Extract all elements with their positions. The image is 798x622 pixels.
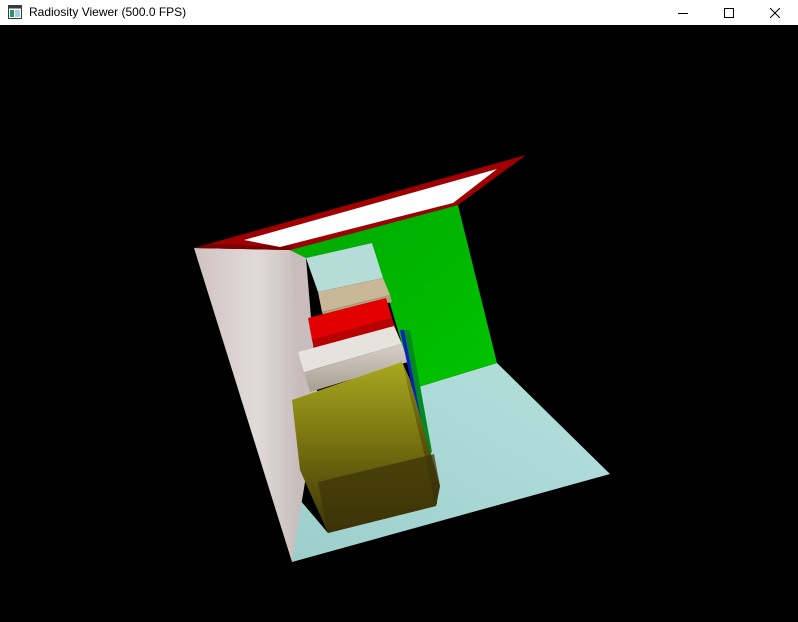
close-button[interactable] <box>752 0 798 25</box>
close-icon <box>770 7 780 18</box>
render-viewport[interactable] <box>0 25 798 622</box>
window-title: Radiosity Viewer (500.0 FPS) <box>29 5 187 19</box>
maximize-icon <box>724 7 734 18</box>
maximize-button[interactable] <box>706 0 752 25</box>
app-window-icon <box>8 5 22 19</box>
minimize-button[interactable] <box>660 0 706 25</box>
minimize-icon <box>678 8 688 18</box>
cornell-box-render <box>194 155 610 562</box>
app-window: Radiosity Viewer (500.0 FPS) <box>0 0 798 622</box>
title-bar[interactable]: Radiosity Viewer (500.0 FPS) <box>0 0 798 25</box>
